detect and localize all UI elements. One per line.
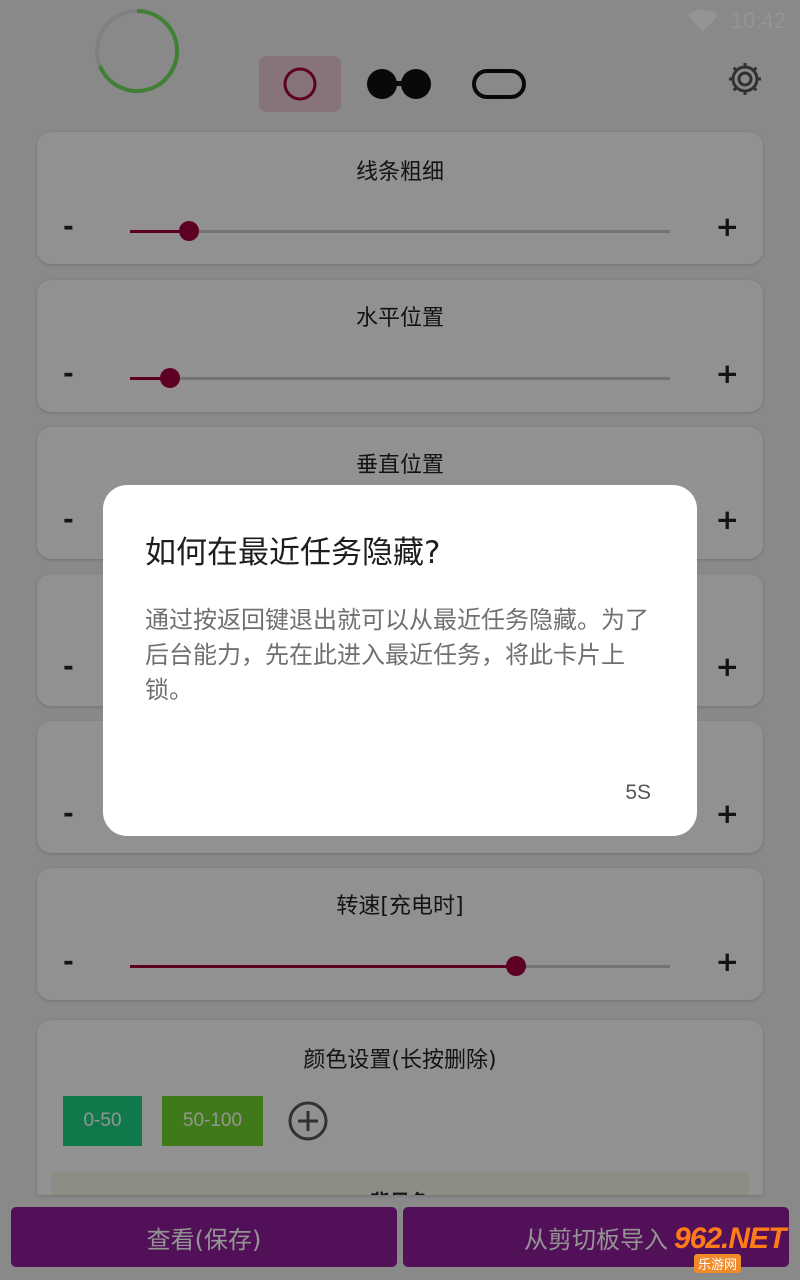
watermark-main: 962.NET xyxy=(674,1222,786,1255)
dialog-message: 通过按返回键退出就可以从最近任务隐藏。为了后台能力，先在此进入最近任务，将此卡片… xyxy=(145,606,649,704)
watermark-sub: 乐游网 xyxy=(694,1254,742,1273)
dialog-title: 如何在最近任务隐藏? xyxy=(145,535,441,571)
hide-recent-tasks-dialog: 如何在最近任务隐藏? 通过按返回键退出就可以从最近任务隐藏。为了后台能力，先在此… xyxy=(103,485,697,836)
watermark-logo: 962.NET 乐游网 xyxy=(664,1220,792,1273)
countdown-button[interactable]: 5S xyxy=(625,781,651,805)
